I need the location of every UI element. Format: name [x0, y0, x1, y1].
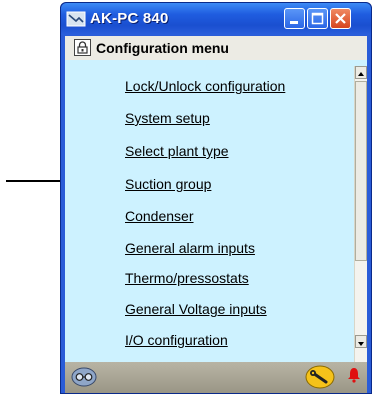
minimize-icon: [290, 21, 298, 24]
menu-list: Lock/Unlock configuration System setup S…: [65, 60, 367, 362]
close-icon: [335, 13, 346, 24]
page: AK-PC 840 Configuration menu Lock/Unlock…: [0, 0, 376, 396]
arrow-down-icon: [358, 342, 364, 346]
vertical-scrollbar[interactable]: [354, 66, 367, 362]
maximize-button[interactable]: [307, 8, 328, 29]
window-title: AK-PC 840: [90, 10, 169, 27]
scroll-down-button[interactable]: [355, 335, 367, 348]
menu-item-select-plant-type[interactable]: Select plant type: [125, 143, 229, 159]
scroll-up-button[interactable]: [355, 66, 367, 79]
glasses-icon[interactable]: [71, 367, 97, 387]
app-window: AK-PC 840 Configuration menu Lock/Unlock…: [60, 2, 372, 394]
menu-item-general-voltage-inputs[interactable]: General Voltage inputs: [125, 301, 267, 317]
monitor-icon: [66, 11, 86, 27]
minimize-button[interactable]: [284, 8, 305, 29]
menu-item-system-setup[interactable]: System setup: [125, 110, 210, 126]
menu-header: Configuration menu: [65, 36, 367, 60]
menu-item-general-alarm-inputs[interactable]: General alarm inputs: [125, 240, 255, 256]
maximize-icon: [311, 12, 324, 25]
title-bar[interactable]: AK-PC 840: [61, 3, 371, 35]
menu-item-condenser[interactable]: Condenser: [125, 208, 194, 224]
wrench-icon[interactable]: [305, 365, 335, 389]
close-button[interactable]: [330, 8, 351, 29]
bell-icon[interactable]: [347, 367, 361, 383]
status-bar: [65, 362, 367, 393]
arrow-up-icon: [358, 72, 364, 76]
menu-item-io-configuration[interactable]: I/O configuration: [125, 332, 228, 348]
lock-icon[interactable]: [74, 39, 91, 56]
menu-item-lock-unlock-configuration[interactable]: Lock/Unlock configuration: [125, 78, 285, 94]
scroll-thumb[interactable]: [355, 81, 367, 261]
menu-title: Configuration menu: [96, 40, 229, 56]
menu-item-thermo-pressostats[interactable]: Thermo/pressostats: [125, 270, 249, 286]
menu-item-suction-group[interactable]: Suction group: [125, 176, 211, 192]
